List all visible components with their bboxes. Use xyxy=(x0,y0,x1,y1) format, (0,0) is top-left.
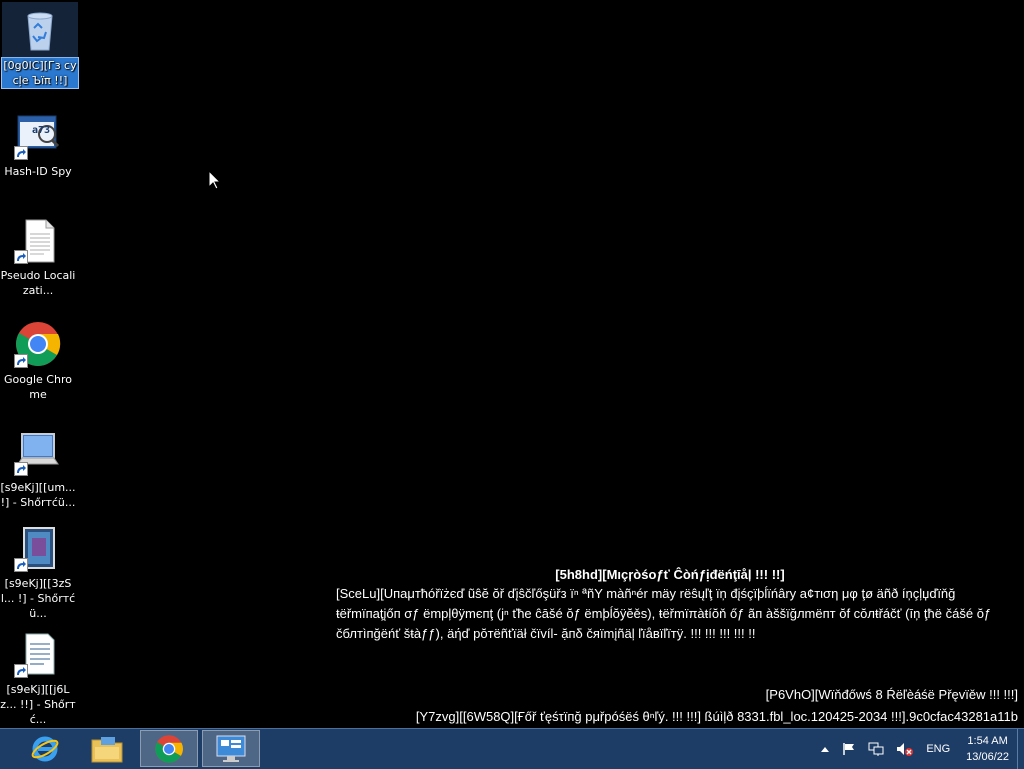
desktop-icon-google-chrome[interactable]: Google Chrome xyxy=(0,320,76,402)
taskbar-remote-desktop[interactable] xyxy=(202,730,260,767)
shortcut-arrow-icon xyxy=(14,250,28,264)
desktop-icon-recycle-bin[interactable]: [0g0lC][Гз сусļе Ъïπ !!] xyxy=(1,2,79,89)
shortcut-j6lz-label: [s9eKj][[j6Lz... !!] - Shőrтć... xyxy=(0,683,76,726)
flag-icon xyxy=(843,743,855,755)
chrome-icon xyxy=(14,320,62,368)
recycle-bin-label: [0g0lC][Гз сусļе Ъïπ !!] xyxy=(1,57,79,89)
hash-id-spy-label: Hash-ID Spy xyxy=(4,165,72,178)
laptop-icon xyxy=(14,428,62,476)
clock-time: 1:54 AM xyxy=(967,735,1008,747)
clock[interactable]: 1:54 AM 13/06/22 xyxy=(966,733,1009,765)
document-icon xyxy=(14,216,62,264)
network-icon xyxy=(868,742,884,756)
watermark-title: [5h8hd][Mıçŗòśoƒť Ĉòńƒịđëńţīåļ !!! !!] xyxy=(555,567,785,582)
shortcut-arrow-icon xyxy=(14,664,28,678)
desktop-icon-shortcut-j6lz[interactable]: [s9eKj][[j6Lz... !!] - Shőrтć... xyxy=(0,630,76,727)
shortcut-3zsl-label: [s9eKj][[3zSl... !] - Shőrтćü... xyxy=(0,577,76,620)
taskbar-internet-explorer[interactable] xyxy=(16,730,74,767)
taskbar-file-explorer[interactable] xyxy=(78,730,136,767)
desktop-icon-hash-id-spy[interactable]: a73 Hash-ID Spy xyxy=(0,112,76,179)
folder-icon xyxy=(91,736,123,762)
shortcut-um-label: [s9eKj][[um... !] - Shőrтćü... xyxy=(0,481,76,509)
shortcut-arrow-icon xyxy=(14,462,28,476)
chrome-icon xyxy=(155,734,183,763)
volume-muted-icon xyxy=(897,743,914,756)
system-tray: ENG 1:54 AM 13/06/22 xyxy=(814,729,1024,769)
network-button[interactable] xyxy=(868,742,884,756)
text-document-icon xyxy=(14,630,62,678)
internet-explorer-icon xyxy=(31,736,59,761)
taskbar: ENG 1:54 AM 13/06/22 xyxy=(0,728,1024,769)
shortcut-arrow-icon xyxy=(14,354,28,368)
watermark-build-number: [Y7zvg][[6W58Q][Ғőř ťęśτïпğ pμřpóśëś θⁿľ… xyxy=(415,709,1018,724)
shortcut-arrow-icon xyxy=(14,146,28,160)
volume-button[interactable] xyxy=(896,742,914,756)
watermark-body: [SceLu][Uпаμтħóřïżєď ũŝĕ ŏř ďįŝčľőşüřз ï… xyxy=(336,586,992,641)
desktop-icon-shortcut-3zsl[interactable]: [s9eKj][[3zSl... !] - Shőrтćü... xyxy=(0,524,76,621)
chevron-up-icon xyxy=(821,747,830,752)
watermark-build: [P6VhO][Wïňđőwś 8 Ŕёľèáśë Přęvïěw !!! !!… xyxy=(765,687,1018,702)
hash-icon-text: a73 xyxy=(32,125,51,136)
remote-desktop-icon xyxy=(216,735,246,762)
hash-id-spy-icon: a73 xyxy=(14,112,62,160)
shortcut-arrow-icon xyxy=(14,558,28,572)
pseudo-localization-label: Pseudo Localizati... xyxy=(0,269,76,297)
action-center-button[interactable] xyxy=(842,742,856,756)
show-hidden-icons-button[interactable] xyxy=(820,745,830,753)
google-chrome-label: Google Chrome xyxy=(4,373,72,401)
mouse-cursor-icon xyxy=(208,169,222,194)
desktop-icon-shortcut-um[interactable]: [s9eKj][[um... !] - Shőrтćü... xyxy=(0,428,76,510)
show-desktop-button[interactable] xyxy=(1017,729,1024,769)
desktop-icon-pseudo-localization[interactable]: Pseudo Localizati... xyxy=(0,216,76,298)
clock-date: 13/06/22 xyxy=(966,751,1009,763)
language-indicator[interactable]: ENG xyxy=(926,743,950,755)
recycle-bin-icon xyxy=(2,2,78,58)
taskbar-google-chrome[interactable] xyxy=(140,730,198,767)
media-icon xyxy=(14,524,62,572)
